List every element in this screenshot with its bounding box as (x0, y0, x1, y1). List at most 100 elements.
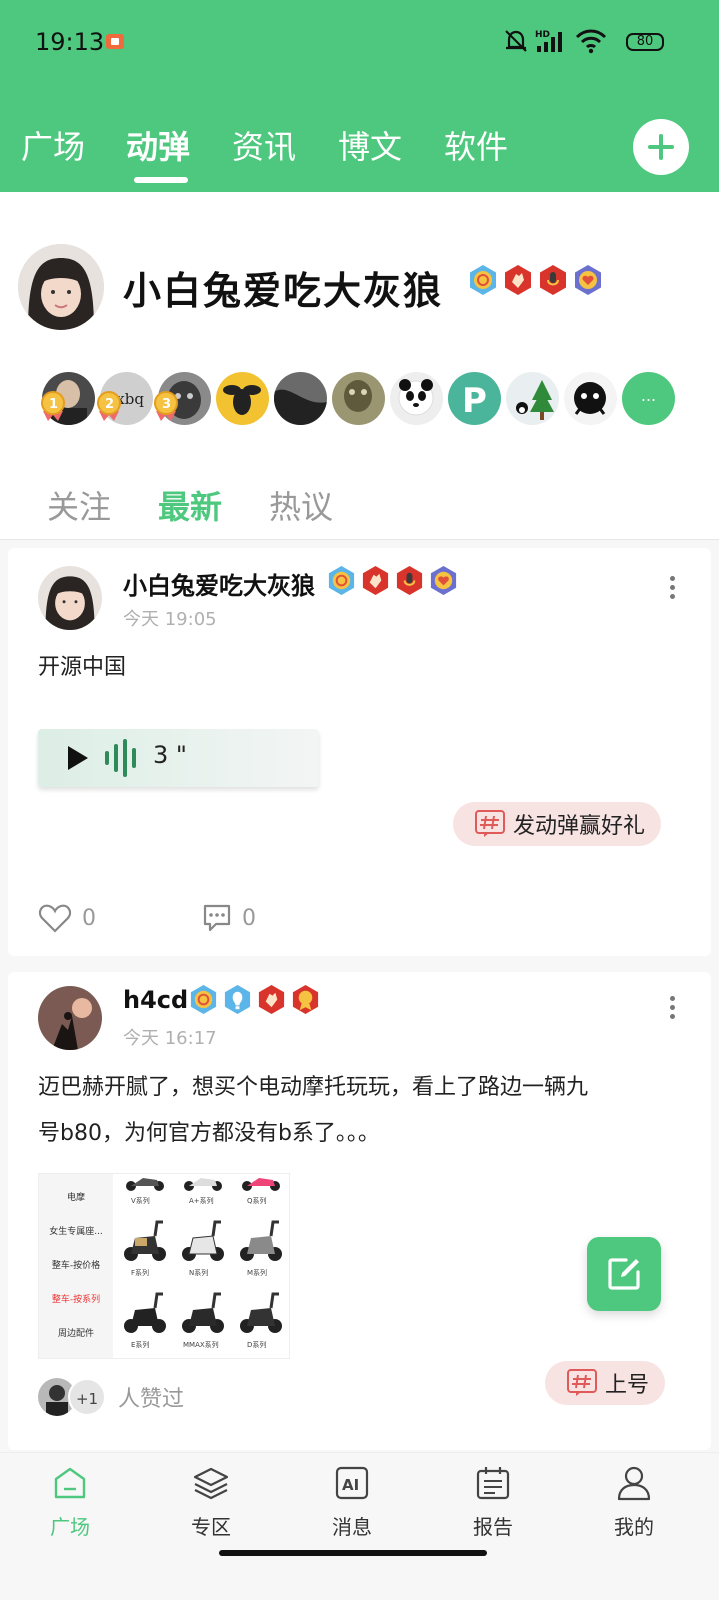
scooter-label: D系列 (247, 1341, 267, 1349)
wifi-icon (575, 29, 607, 54)
image-menu-item: 电摩 (66, 1193, 85, 1203)
image-category-menu: 电摩 女生专属座... 整车-按价格 整车-按系列 周边配件 (39, 1174, 113, 1358)
tab-latest[interactable]: 最新 (158, 482, 222, 528)
svg-text:1: 1 (49, 397, 58, 412)
post-author-avatar[interactable] (38, 986, 102, 1050)
ai-message-icon: AI (335, 1466, 369, 1500)
rank-1-medal-icon: 1 (41, 391, 65, 421)
image-menu-item: 女生专属座... (49, 1227, 103, 1237)
scooter-grid: V系列 A+系列 Q系列 F系列 N系列 M系列 E系列 MMAX系列 D系列 (117, 1174, 289, 1358)
mute-icon (505, 30, 527, 52)
scooter-image (124, 1220, 166, 1261)
nav-zone[interactable]: 专区 (141, 1453, 281, 1540)
svg-text:P: P (462, 381, 487, 421)
hashtag-icon (475, 810, 505, 837)
post-text: 开源中国 (38, 655, 127, 680)
profile-avatar[interactable] (18, 244, 104, 330)
image-menu-item: 周边配件 (57, 1329, 94, 1339)
like-count: 0 (82, 905, 96, 931)
post-image[interactable]: 电摩 女生专属座... 整车-按价格 整车-按系列 周边配件 V系列 A+系列 … (38, 1173, 290, 1359)
likers-row[interactable]: +1 人赞过 (38, 1378, 184, 1416)
fan-avatar[interactable] (332, 372, 385, 425)
image-menu-item: 整车-按价格 (51, 1261, 101, 1271)
scooter-label: MMAX系列 (183, 1341, 219, 1349)
tab-blogs[interactable]: 博文 (338, 122, 402, 168)
topic-tag-label: 发动弹赢好礼 (513, 814, 646, 839)
fan-avatar[interactable]: P (448, 372, 501, 425)
nav-mine[interactable]: 我的 (564, 1453, 704, 1540)
nav-messages[interactable]: AI 消息 (282, 1453, 422, 1540)
fan-avatar[interactable] (506, 372, 559, 425)
hand-badge-icon (505, 265, 531, 295)
scooter-label: N系列 (189, 1269, 209, 1277)
scooter-image (126, 1178, 164, 1191)
profile-card: 小白兔爱吃大灰狼 Sxbq P ... 1 2 3 (0, 192, 719, 464)
heart-badge-icon (430, 565, 457, 596)
topic-tag[interactable]: 发动弹赢好礼 (453, 802, 662, 846)
tab-square[interactable]: 广场 (21, 122, 85, 168)
fan-avatar[interactable] (564, 372, 617, 425)
coin-badge-icon (470, 265, 496, 295)
scooter-image (240, 1220, 282, 1261)
add-button[interactable] (633, 119, 689, 175)
scooter-label: Q系列 (247, 1197, 267, 1205)
bulb-badge-icon (224, 984, 251, 1015)
post-author-name[interactable]: 小白兔爱吃大灰狼 (123, 566, 315, 601)
more-fans-button[interactable]: ... (622, 372, 675, 425)
fan-avatar[interactable] (216, 372, 269, 425)
feed-filter-tabs: 关注 最新 热议 (0, 464, 719, 540)
post-actions: 0 0 (38, 903, 256, 933)
scooter-image (242, 1178, 280, 1191)
post-card[interactable]: 小白兔爱吃大灰狼 今天 19:05 开源中国 3 " 发动弹赢好礼 0 0 (8, 548, 711, 956)
topic-tag-label: 上号 (605, 1373, 650, 1398)
post-author-avatar[interactable] (38, 566, 102, 630)
post-author-name[interactable]: h4cd (123, 986, 188, 1014)
post-more-icon[interactable] (668, 576, 676, 604)
scooter-image (182, 1292, 224, 1333)
person-icon (617, 1466, 651, 1501)
nav-label: 我的 (614, 1515, 654, 1539)
home-indicator[interactable] (219, 1550, 487, 1556)
medal-badge-icon (292, 984, 319, 1015)
comment-count: 0 (242, 905, 256, 931)
signal-hd-icon: HD (535, 30, 562, 52)
status-time: 19:13 (35, 28, 105, 56)
app-header: 19:13 HD 80 广场 动弹 资讯 博文 软件 (0, 0, 719, 192)
tab-hot[interactable]: 热议 (269, 482, 333, 528)
like-icon[interactable] (38, 903, 72, 933)
post-card[interactable]: h4cd 今天 16:17 迈巴赫开腻了，想买个电动摩托玩玩，看上了路边一辆九 … (8, 972, 711, 1450)
profile-badges (467, 264, 604, 296)
fan-avatar[interactable] (274, 372, 327, 425)
mic-badge-icon (396, 565, 423, 596)
tab-following[interactable]: 关注 (47, 482, 111, 528)
nav-label: 专区 (191, 1515, 231, 1539)
scooter-image (124, 1292, 166, 1333)
tab-software[interactable]: 软件 (444, 122, 508, 168)
tab-tweets[interactable]: 动弹 (126, 122, 190, 168)
comment-icon[interactable] (202, 904, 232, 932)
bottom-navigation: 广场 专区 AI 消息 报告 我的 (0, 1452, 719, 1600)
fan-avatars: Sxbq P ... (42, 372, 675, 425)
scooter-label: V系列 (131, 1197, 150, 1205)
liker-count: +1 (68, 1378, 106, 1416)
home-icon (54, 1467, 86, 1499)
nav-label: 广场 (50, 1515, 90, 1539)
topic-tag[interactable]: 上号 (545, 1361, 666, 1405)
scooter-image (182, 1220, 224, 1261)
post-text-line: 迈巴赫开腻了，想买个电动摩托玩玩，看上了路边一辆九 (38, 1075, 589, 1100)
nav-report[interactable]: 报告 (423, 1453, 563, 1540)
compose-button[interactable] (587, 1237, 661, 1311)
post-more-icon[interactable] (668, 996, 676, 1024)
tab-news[interactable]: 资讯 (232, 122, 296, 168)
battery-indicator: 80 (626, 33, 664, 51)
rank-3-medal-icon: 3 (154, 391, 178, 421)
report-icon (476, 1467, 510, 1500)
scooter-label: F系列 (131, 1269, 150, 1277)
nav-square[interactable]: 广场 (0, 1453, 140, 1540)
svg-text:2: 2 (105, 397, 114, 412)
post-author-badges (326, 565, 459, 596)
voice-message-player[interactable]: 3 " (38, 729, 319, 787)
likers-text: 人赞过 (118, 1387, 185, 1412)
play-icon[interactable] (68, 746, 88, 770)
fan-avatar[interactable] (390, 372, 443, 425)
